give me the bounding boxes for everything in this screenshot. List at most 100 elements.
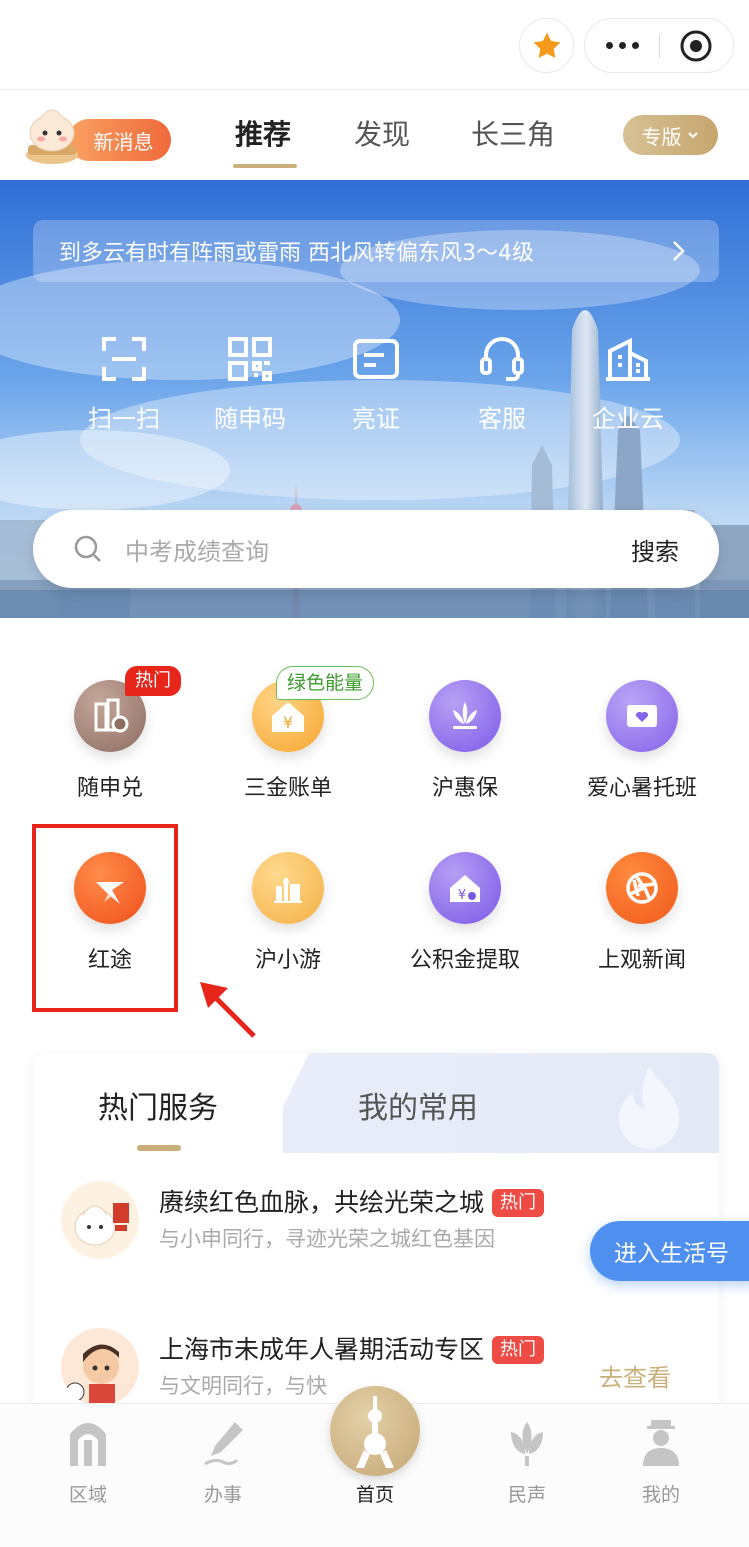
enter-life-account-button[interactable]: 进入生活号 <box>590 1221 749 1281</box>
special-edition-label: 专版 <box>641 124 682 149</box>
search-button[interactable]: 搜索 <box>631 532 679 567</box>
scan-icon <box>102 337 146 381</box>
person-icon <box>643 1420 679 1466</box>
service-title: 赓续红色血脉，共绘光荣之城 <box>159 1188 485 1217</box>
quick-action-scan[interactable]: 扫一扫 <box>74 335 174 434</box>
chevron-right-icon <box>673 241 685 261</box>
tab-hot-services[interactable]: 热门服务 <box>98 1083 218 1127</box>
nav-label: 区域 <box>68 1484 107 1506</box>
nav-label: 办事 <box>203 1484 242 1506</box>
tab-my-frequent[interactable]: 我的常用 <box>358 1083 478 1127</box>
mascot-icon <box>26 109 78 164</box>
quick-action-label: 亮证 <box>352 405 400 433</box>
bottom-nav: 区域 办事 首页 民声 我的 <box>0 1386 749 1547</box>
quick-action-label: 扫一扫 <box>88 405 160 433</box>
grid-item-huxiaoyou[interactable]: 沪小游 <box>199 852 377 974</box>
qr-code-icon <box>228 337 272 381</box>
arch-icon <box>70 1423 106 1466</box>
quick-action-label: 企业云 <box>592 405 664 433</box>
hot-tag: 热门 <box>492 1189 545 1217</box>
top-nav: 新消息 推荐 发现 长三角 专版 <box>0 91 749 179</box>
search-input[interactable]: 中考成绩查询 <box>125 532 631 567</box>
service-title: 上海市未成年人暑期活动专区 <box>159 1335 485 1364</box>
nav-label: 我的 <box>641 1484 680 1506</box>
tab-yangtze-delta[interactable]: 长三角 <box>471 113 555 153</box>
highlight-box <box>32 824 178 1012</box>
grid-item-label: 随申兑 <box>76 776 143 801</box>
grid-item-label: 公积金提取 <box>409 948 520 973</box>
grid-item-label: 上观新闻 <box>597 948 686 973</box>
capsule-menu <box>584 18 734 73</box>
tab-discover[interactable]: 发现 <box>354 113 410 153</box>
cartoon-avatar <box>61 1328 139 1406</box>
grid-item-huhuibao[interactable]: 沪惠保 <box>376 680 554 802</box>
tab-active-indicator <box>233 164 297 168</box>
service-title-row: 上海市未成年人暑期活动专区 热门 <box>159 1330 545 1366</box>
nav-item-region[interactable]: 区域 <box>48 1418 128 1507</box>
mascot-avatar <box>61 1181 139 1259</box>
lotus-icon <box>429 680 501 752</box>
service-title-row: 赓续红色血脉，共绘光荣之城 热门 <box>159 1183 545 1219</box>
chevron-down-icon <box>687 132 698 139</box>
favorite-button[interactable] <box>519 18 574 73</box>
city-tour-icon <box>252 852 324 924</box>
grid-item-label: 爱心暑托班 <box>586 776 697 801</box>
id-card-icon <box>353 339 399 379</box>
pearl-tower-icon <box>356 1396 394 1468</box>
house-fund-icon: ¥ <box>429 852 501 924</box>
quick-action-label: 随申码 <box>214 405 286 433</box>
more-button[interactable] <box>585 19 659 72</box>
magnolia-icon <box>511 1422 543 1466</box>
grid-item-label: 三金账单 <box>243 776 332 801</box>
view-button[interactable]: 去查看 <box>599 1358 671 1393</box>
quick-action-customer-service[interactable]: 客服 <box>452 335 552 434</box>
new-message-label: 新消息 <box>93 129 154 154</box>
new-message-button[interactable]: 新消息 <box>68 119 171 161</box>
arrow-icon <box>200 982 256 1038</box>
tab-recommend[interactable]: 推荐 <box>235 113 291 153</box>
home-tower-button[interactable] <box>330 1386 420 1476</box>
nav-label: 民声 <box>507 1484 546 1506</box>
search-icon <box>74 535 101 562</box>
svg-text:¥: ¥ <box>458 888 466 903</box>
close-button[interactable] <box>660 19 733 72</box>
quick-action-show-id[interactable]: 亮证 <box>326 335 426 434</box>
building-icon <box>606 337 650 381</box>
grid-item-suishendui[interactable]: 热门 随申兑 <box>21 666 199 802</box>
green-energy-badge: 绿色能量 <box>276 666 375 700</box>
grid-item-summer-care[interactable]: 爱心暑托班 <box>553 680 731 802</box>
app-screen: 新消息 推荐 发现 长三角 专版 到多云有时有阵雨或雷雨 西北风转偏东风3～4级… <box>0 0 749 1547</box>
star-icon <box>533 32 560 58</box>
svg-text:¥: ¥ <box>283 713 293 732</box>
grid-item-label: 沪惠保 <box>431 776 498 801</box>
more-dots-icon <box>605 42 613 49</box>
quick-action-enterprise-cloud[interactable]: 企业云 <box>578 335 678 434</box>
tab-active-indicator <box>137 1145 181 1151</box>
mini-program-topbar <box>0 0 749 90</box>
pen-icon <box>204 1422 243 1466</box>
nav-item-profile[interactable]: 我的 <box>621 1418 701 1507</box>
services-tabs: 热门服务 我的常用 <box>33 1053 719 1153</box>
target-close-icon <box>680 30 712 61</box>
hero-banner: 到多云有时有阵雨或雷雨 西北风转偏东风3～4级 扫一扫 随申码 亮证 客服 企业… <box>0 180 749 618</box>
nav-item-voice[interactable]: 民声 <box>487 1418 567 1507</box>
grid-item-housing-fund[interactable]: ¥ 公积金提取 <box>376 852 554 974</box>
quick-action-label: 客服 <box>478 405 526 433</box>
nav-item-services[interactable]: 办事 <box>183 1418 263 1507</box>
hot-badge: 热门 <box>125 666 181 696</box>
hot-tag: 热门 <box>492 1336 545 1364</box>
weather-banner[interactable]: 到多云有时有阵雨或雷雨 西北风转偏东风3～4级 <box>33 220 719 282</box>
search-bar[interactable]: 中考成绩查询 搜索 <box>33 510 719 588</box>
grid-item-sanjin-bill[interactable]: ¥ 绿色能量 三金账单 <box>199 666 377 802</box>
special-edition-button[interactable]: 专版 <box>623 115 718 155</box>
grid-item-shangguan-news[interactable]: 上观新闻 <box>553 852 731 974</box>
service-subtitle: 与文明同行，与快 <box>159 1374 327 1398</box>
nav-label: 首页 <box>355 1484 394 1506</box>
heart-book-icon <box>606 680 678 752</box>
headset-icon <box>480 337 524 381</box>
aperture-icon <box>606 852 678 924</box>
weather-text: 到多云有时有阵雨或雷雨 西北风转偏东风3～4级 <box>59 241 534 266</box>
flame-icon <box>619 1065 679 1149</box>
service-subtitle: 与小申同行，寻迹光荣之城红色基因 <box>159 1227 495 1251</box>
quick-action-suishen-code[interactable]: 随申码 <box>200 335 300 434</box>
